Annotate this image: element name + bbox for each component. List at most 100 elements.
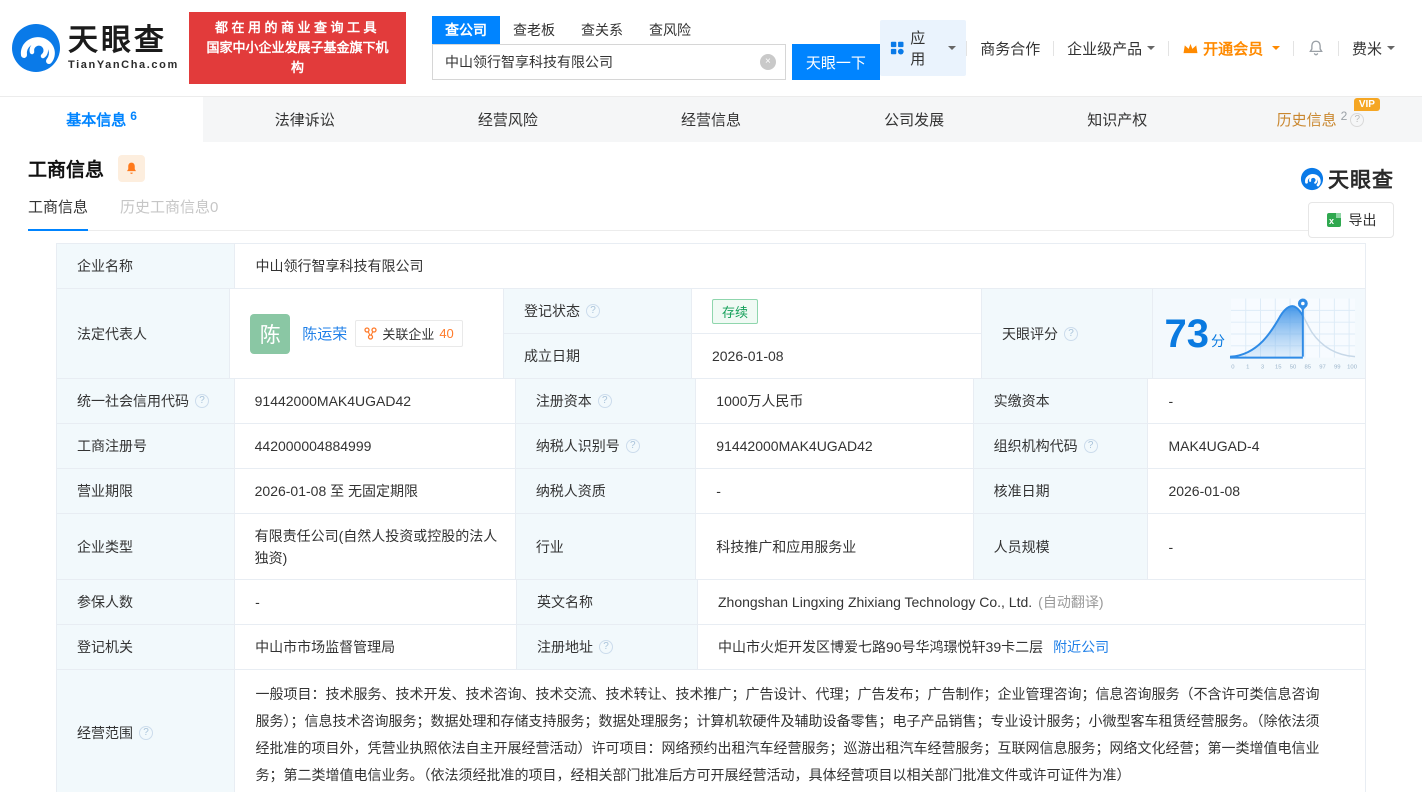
help-icon[interactable]: ? (1083, 439, 1098, 453)
nav-open-vip[interactable]: 开通会员 (1169, 38, 1293, 59)
tab-history-info[interactable]: VIP 历史信息 2 ? (1219, 97, 1422, 142)
field-label: 行业 (515, 514, 697, 580)
field-label: 注册资本 ? (515, 379, 697, 424)
tianyancha-logo[interactable]: 天眼查 TianYanCha.com (10, 22, 179, 74)
tab-intellectual-property[interactable]: 知识产权 (1016, 97, 1219, 142)
monitor-bell-button[interactable] (118, 154, 146, 182)
related-companies-badge[interactable]: 关联企业 40 (355, 320, 463, 347)
help-icon[interactable]: ? (139, 725, 153, 740)
svg-text:97: 97 (1319, 364, 1326, 370)
svg-text:100: 100 (1347, 364, 1357, 370)
status-badge: 存续 (711, 298, 758, 324)
notifications-button[interactable] (1294, 39, 1338, 57)
avatar[interactable]: 陈 (250, 313, 291, 354)
tianyancha-logo-icon (12, 24, 60, 72)
english-name-cell: Zhongshan Lingxing Zhixiang Technology C… (697, 580, 1366, 625)
field-label: 企业名称 (57, 244, 236, 289)
tab-label: 法律诉讼 (274, 112, 335, 129)
watermark-title: 天眼查 (1328, 169, 1394, 192)
tab-label: 经营信息 (680, 112, 741, 129)
label-text: 注册资本 (535, 393, 592, 409)
help-icon[interactable]: ? (597, 394, 612, 408)
brand-slogan: 都在用的商业查询工具 国家中小企业发展子基金旗下机构 (188, 12, 407, 84)
nav-cooperation[interactable]: 商务合作 (967, 38, 1053, 59)
chevron-down-icon (1387, 46, 1396, 54)
help-icon[interactable]: ? (1350, 112, 1365, 127)
vip-label: 开通会员 (1203, 40, 1264, 58)
help-icon[interactable]: ? (1063, 326, 1078, 341)
score-value: 73 (1164, 311, 1210, 356)
export-label: 导出 (1348, 212, 1377, 228)
vip-badge: VIP (1353, 98, 1380, 111)
chevron-down-icon (1272, 46, 1281, 54)
apps-menu[interactable]: 应用 (879, 20, 967, 76)
chevron-down-icon (948, 46, 957, 54)
clear-search-icon[interactable]: × (759, 54, 776, 70)
help-icon[interactable]: ? (195, 394, 209, 408)
reg-number-value: 442000004884999 (234, 424, 516, 469)
label-text: 经营范围 (77, 724, 133, 741)
svg-text:15: 15 (1275, 364, 1282, 370)
tianyan-score-cell[interactable]: 73 分 0 1 3 15 50 85 97 99 100 (1152, 289, 1366, 379)
nearby-companies-link[interactable]: 附近公司 (1053, 637, 1109, 657)
reg-address-cell: 中山市火炬开发区博爱七路90号华鸿璟悦轩39卡二层 附近公司 (697, 625, 1366, 670)
tab-label: 知识产权 (1087, 112, 1148, 129)
label-text: 注册地址 (537, 639, 594, 655)
tab-legal-litigation[interactable]: 法律诉讼 (203, 97, 406, 142)
field-label: 英文名称 (517, 580, 698, 625)
table-row: 经营范围 ? 一般项目：技术服务、技术开发、技术咨询、技术交流、技术转让、技术推… (57, 670, 1366, 792)
company-type-value: 有限责任公司(自然人投资或控股的法人独资) (234, 514, 516, 580)
field-label: 经营范围 ? (57, 670, 236, 792)
field-label: 人员规模 (973, 514, 1149, 580)
table-row: 企业名称 中山领行智享科技有限公司 (57, 244, 1366, 289)
field-label: 注册地址 ? (517, 625, 698, 670)
related-count: 40 (439, 326, 454, 341)
org-network-icon (364, 327, 377, 340)
export-button[interactable]: x 导出 (1308, 202, 1394, 238)
search-tab-boss[interactable]: 查老板 (500, 16, 568, 44)
establish-date-value: 2026-01-08 (691, 334, 982, 379)
related-label: 关联企业 (382, 327, 435, 342)
help-icon[interactable]: ? (625, 439, 640, 453)
subtab-history-business-info[interactable]: 历史工商信息0 (120, 196, 218, 217)
watermark-logo-icon (1300, 167, 1324, 191)
field-label: 登记状态 ? (503, 289, 692, 334)
field-label: 登记机关 (57, 625, 236, 670)
chevron-down-icon (1147, 46, 1156, 54)
label-text: 统一社会信用代码 (77, 393, 189, 409)
search-tab-risk[interactable]: 查风险 (636, 16, 704, 44)
taxpayer-quality-value: - (696, 469, 974, 514)
auto-translate-note: (自动翻译) (1038, 594, 1104, 610)
label-text: 纳税人识别号 (535, 438, 620, 454)
search-button[interactable]: 天眼一下 (791, 44, 880, 80)
search-tab-company[interactable]: 查公司 (432, 16, 501, 44)
field-label: 参保人数 (57, 580, 236, 625)
help-icon[interactable]: ? (599, 640, 614, 654)
tab-business-info[interactable]: 经营信息 (609, 97, 812, 142)
tab-label: 历史信息 (1276, 112, 1337, 129)
tab-business-risk[interactable]: 经营风险 (406, 97, 609, 142)
tab-company-development[interactable]: 公司发展 (813, 97, 1016, 142)
business-scope-cell: 一般项目：技术服务、技术开发、技术咨询、技术交流、技术转让、技术推广；广告设计、… (235, 670, 1366, 792)
svg-text:85: 85 (1304, 364, 1311, 370)
tab-basic-info[interactable]: 基本信息 6 (0, 97, 204, 142)
user-menu[interactable]: 费米 (1339, 38, 1408, 59)
legal-rep-cell: 陈 陈运荣 关联企业 40 (230, 289, 504, 379)
legal-rep-link[interactable]: 陈运荣 (302, 323, 347, 344)
slogan-line1: 都在用的商业查询工具 (214, 20, 380, 35)
search-input[interactable] (432, 44, 786, 80)
subtab-business-info[interactable]: 工商信息 (28, 196, 89, 231)
tab-label: 经营风险 (477, 112, 538, 129)
staff-size-value: - (1148, 514, 1366, 580)
table-row: 企业类型 有限责任公司(自然人投资或控股的法人独资) 行业 科技推广和应用服务业… (57, 514, 1366, 580)
search-tab-relation[interactable]: 查关系 (568, 16, 636, 44)
reg-authority-value: 中山市市场监督管理局 (235, 625, 518, 670)
nav-enterprise-products[interactable]: 企业级产品 (1054, 38, 1168, 59)
section-title: 工商信息 (28, 159, 105, 181)
username: 费米 (1352, 40, 1383, 58)
help-icon[interactable]: ? (585, 304, 600, 318)
tab-count: 2 (1340, 108, 1348, 123)
crown-icon (1183, 43, 1198, 53)
table-row: 法定代表人 陈 陈运荣 关联企业 40 登记状态 ? 存续 成立日期 2026-… (57, 289, 1366, 379)
taxpayer-id-value: 91442000MAK4UGAD42 (696, 424, 974, 469)
